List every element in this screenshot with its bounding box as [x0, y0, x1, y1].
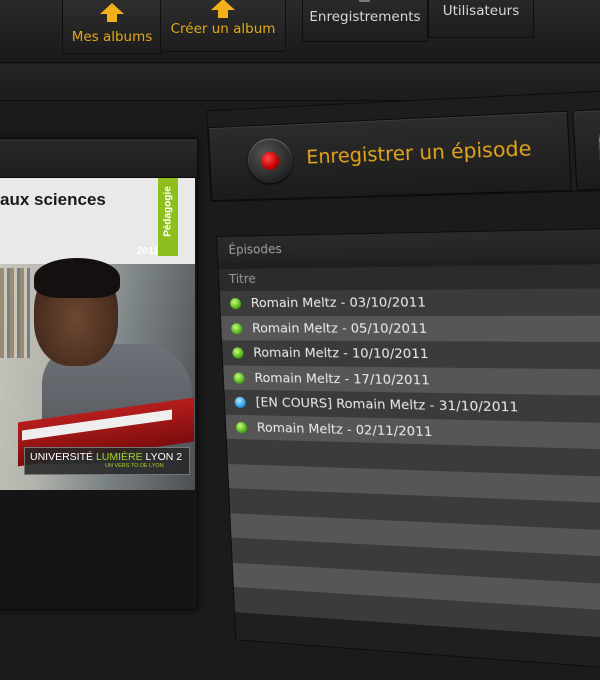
- nav-recordings-button[interactable]: Enregistrements: [302, 0, 428, 42]
- in-progress-status-icon: [234, 396, 247, 409]
- record-dot: [260, 151, 280, 171]
- episodes-panel: Épisodes Titre Romain Meltz - 03/10/2011…: [216, 225, 600, 680]
- university-name-accent: LUMIÈRE: [95, 451, 143, 463]
- record-episode-button[interactable]: Enregistrer un épisode: [207, 110, 572, 202]
- record-icon: [246, 137, 294, 184]
- nav-my-albums-label: Mes albums: [71, 29, 153, 45]
- done-status-icon: [233, 372, 245, 384]
- app-screen: Mes albums Créer un album Enregistrement…: [0, 0, 600, 680]
- university-name-suffix: LYON 2: [145, 451, 183, 463]
- done-status-icon: [235, 421, 248, 433]
- episode-title: Romain Meltz - 17/10/2011: [254, 369, 431, 388]
- nav-create-album-label: Créer un album: [170, 21, 276, 37]
- nav-users-button[interactable]: Utilisateurs: [428, 0, 534, 38]
- episode-title: Romain Meltz - 02/11/2011: [256, 418, 433, 439]
- university-subtitle: UN VERS TO DE LYON: [105, 463, 164, 469]
- record-episode-label: Enregistrer un épisode: [305, 138, 533, 169]
- university-name-prefix: UNIVERSITÉ: [30, 451, 94, 463]
- episode-row[interactable]: Romain Meltz - 05/10/2011: [220, 315, 600, 343]
- episodes-panel-header: Épisodes: [217, 226, 600, 264]
- square-icon: [359, 0, 370, 2]
- album-tag-strip: Pédagogie: [158, 178, 178, 256]
- episodes-panel-title: Épisodes: [228, 241, 283, 257]
- column-header-title-label: Titre: [228, 271, 257, 287]
- top-navigation-bar: Mes albums Créer un album Enregistrement…: [0, 0, 600, 63]
- episode-area: Enregistrer un épisode Épisodes Titre Ro…: [206, 84, 600, 680]
- nav-recordings-label: Enregistrements: [309, 9, 421, 25]
- episode-title: Romain Meltz - 05/10/2011: [251, 319, 428, 336]
- nav-create-album-button[interactable]: Créer un album: [160, 0, 286, 52]
- episode-title: Romain Meltz - 03/10/2011: [250, 293, 427, 311]
- album-year: 2011: [137, 246, 159, 257]
- episode-row[interactable]: Romain Meltz - 03/10/2011: [219, 287, 600, 316]
- university-name: UNIVERSITÉ LUMIÈRE LYON 2: [30, 451, 182, 463]
- cover-bookshelf: [0, 268, 30, 358]
- upload-arrow-icon: [100, 3, 124, 22]
- episode-title: Romain Meltz - 10/10/2011: [252, 344, 429, 362]
- album-cover-title: aux sciences: [0, 190, 106, 209]
- cover-student-hair: [34, 258, 120, 298]
- done-status-icon: [232, 347, 244, 359]
- upload-arrow-icon: [211, 0, 235, 18]
- nav-users-label: Utilisateurs: [442, 3, 520, 19]
- album-panel-header: [0, 139, 197, 178]
- column-header-title[interactable]: Titre: [218, 262, 600, 292]
- done-status-icon: [231, 322, 243, 334]
- university-logo: UNIVERSITÉ LUMIÈRE LYON 2 UN VERS TO DE …: [24, 447, 190, 475]
- action-bar: Enregistrer un épisode: [206, 84, 600, 203]
- episode-title: [EN COURS] Romain Meltz - 31/10/2011: [255, 394, 519, 415]
- nav-my-albums-button[interactable]: Mes albums: [62, 0, 162, 54]
- done-status-icon: [229, 298, 242, 310]
- album-tag-label: Pédagogie: [162, 186, 174, 237]
- upload-video-button[interactable]: [572, 106, 600, 191]
